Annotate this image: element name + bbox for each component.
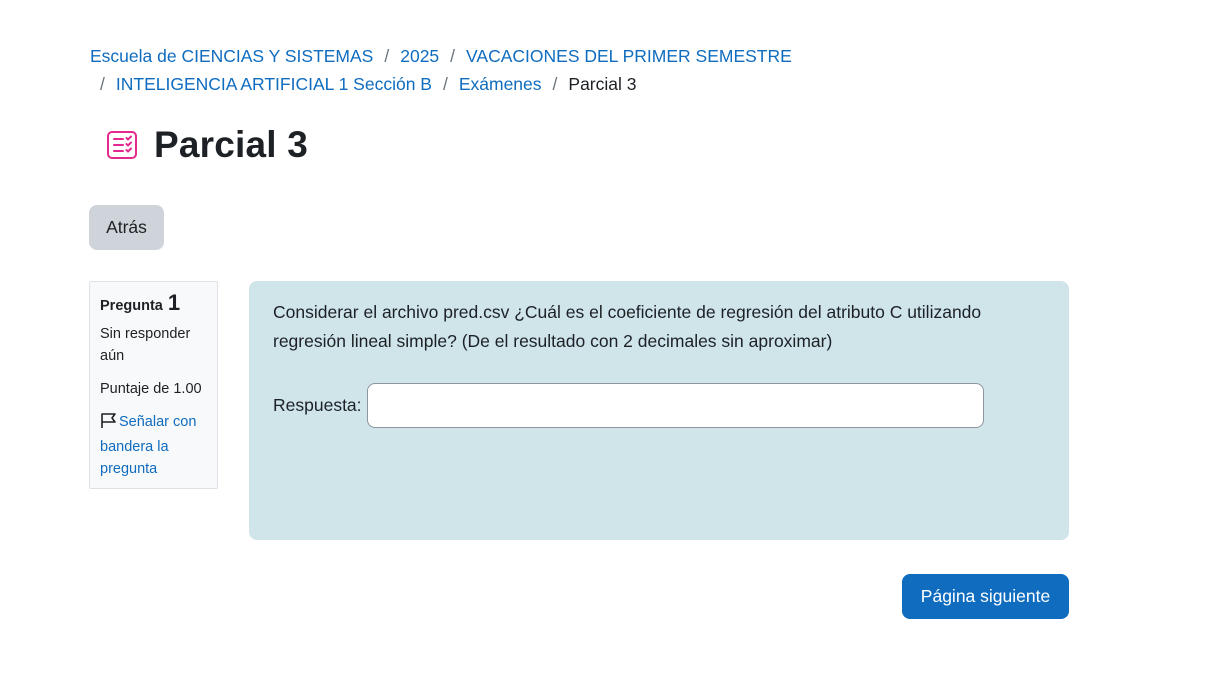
- breadcrumb-separator: /: [100, 74, 105, 94]
- question-text: Considerar el archivo pred.csv ¿Cuál es …: [273, 302, 982, 351]
- breadcrumb-separator: /: [450, 46, 456, 66]
- quiz-icon: [106, 129, 138, 161]
- answer-input[interactable]: [366, 383, 984, 428]
- answer-label: Respuesta:: [273, 395, 362, 415]
- back-button[interactable]: Atrás: [89, 205, 164, 250]
- breadcrumb-item-year[interactable]: 2025: [400, 46, 439, 66]
- question-number: Pregunta 1: [100, 292, 207, 317]
- page-header: Parcial 3: [106, 124, 308, 166]
- breadcrumb-separator: /: [552, 74, 558, 94]
- answer-row: Respuesta:: [273, 383, 1045, 428]
- question-number-label: Pregunta: [100, 298, 163, 314]
- question-grade: Puntaje de 1.00: [100, 381, 202, 397]
- quiz-attempt-page: Escuela de CIENCIAS Y SISTEMAS/2025/VACA…: [0, 0, 1221, 685]
- breadcrumb-item-semester[interactable]: VACACIONES DEL PRIMER SEMESTRE: [466, 46, 792, 66]
- breadcrumb-item-exams[interactable]: Exámenes: [459, 74, 542, 94]
- flag-icon: [100, 412, 117, 436]
- question-info-panel: Pregunta 1 Sin responder aún Puntaje de …: [89, 281, 218, 489]
- breadcrumb: Escuela de CIENCIAS Y SISTEMAS/2025/VACA…: [90, 42, 810, 98]
- question-state: Sin responder aún: [100, 326, 191, 364]
- page-title: Parcial 3: [154, 124, 309, 165]
- breadcrumb-current: Parcial 3: [568, 74, 637, 94]
- breadcrumb-line-2: / INTELIGENCIA ARTIFICIAL 1 Sección B / Exá…: [90, 70, 810, 98]
- next-page-button[interactable]: Página siguiente: [902, 574, 1069, 619]
- breadcrumb-item-course[interactable]: INTELIGENCIA ARTIFICIAL 1 Sección B: [116, 74, 432, 94]
- breadcrumb-separator: /: [384, 46, 390, 66]
- breadcrumb-item-school[interactable]: Escuela de CIENCIAS Y SISTEMAS: [90, 46, 373, 66]
- breadcrumb-separator: /: [442, 74, 448, 94]
- flag-question-link[interactable]: Señalar con bandera la pregunta: [100, 411, 207, 480]
- breadcrumb-line-1: Escuela de CIENCIAS Y SISTEMAS / 2025 / VACA…: [90, 42, 810, 70]
- question-number-value: 1: [167, 290, 181, 315]
- question-content: Considerar el archivo pred.csv ¿Cuál es …: [249, 281, 1069, 540]
